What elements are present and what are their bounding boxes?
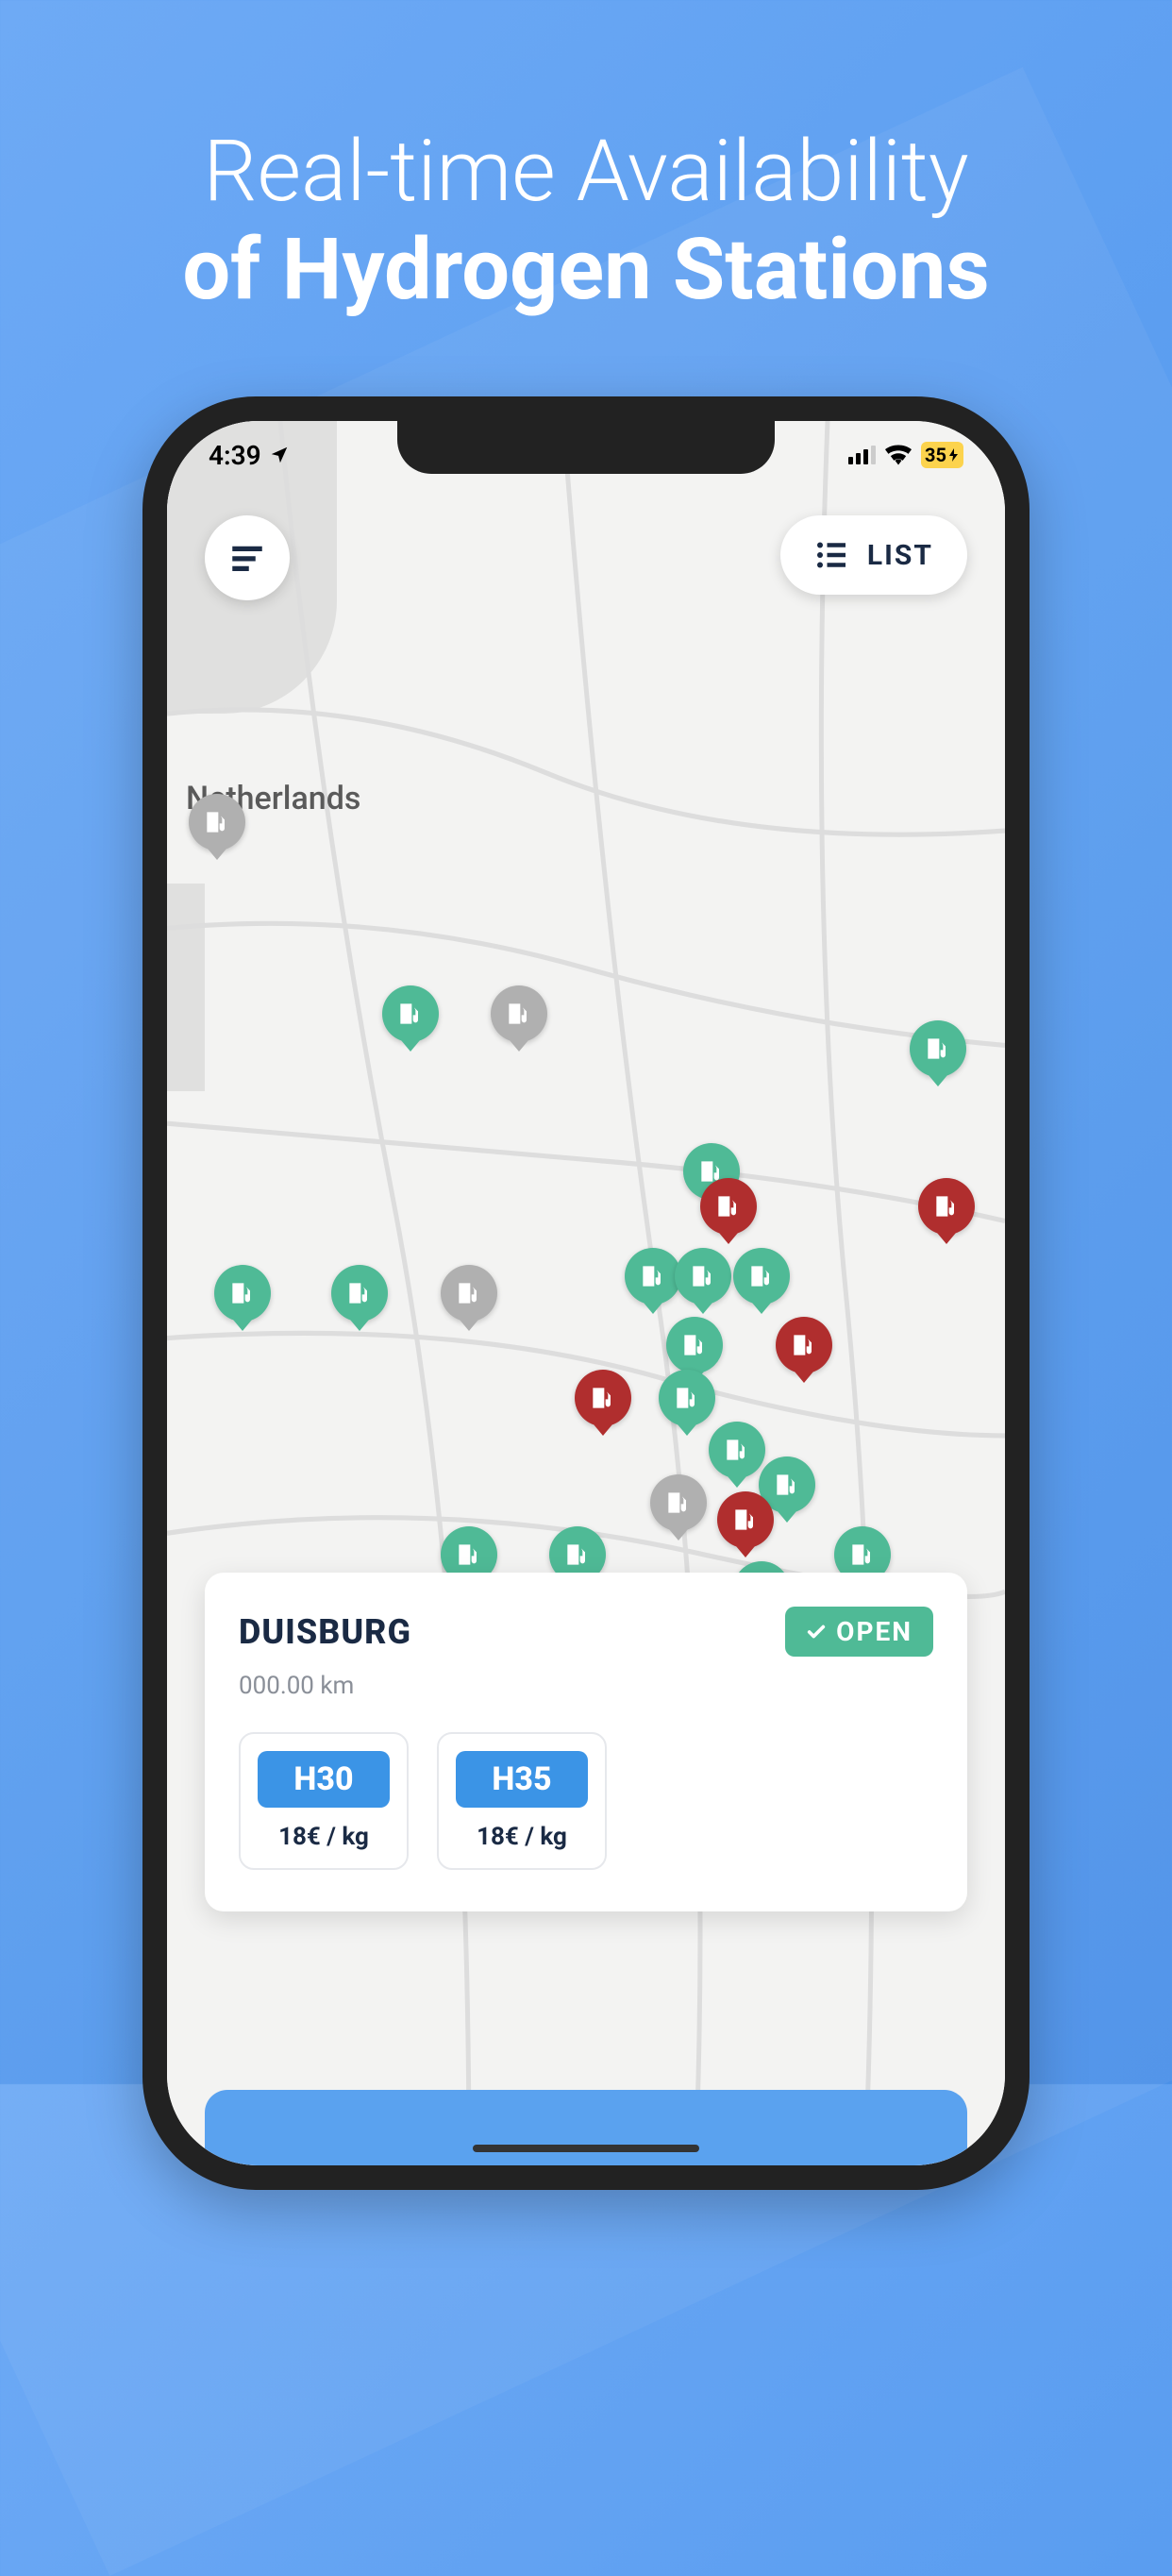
bottom-panel[interactable]: [205, 2090, 967, 2165]
station-pin[interactable]: [650, 1474, 707, 1531]
home-indicator: [473, 2145, 699, 2152]
menu-icon: [227, 538, 267, 578]
menu-button[interactable]: [205, 515, 290, 600]
list-button-label: LIST: [867, 539, 933, 572]
phone-notch: [397, 421, 775, 474]
station-pin[interactable]: [717, 1491, 774, 1548]
station-pin[interactable]: [575, 1370, 631, 1426]
station-status-label: OPEN: [836, 1616, 912, 1647]
station-pin[interactable]: [918, 1178, 975, 1235]
station-pin[interactable]: [491, 985, 547, 1042]
station-status-badge: OPEN: [785, 1607, 933, 1657]
pump-option[interactable]: H30 18€ / kg: [239, 1732, 409, 1870]
battery-percent: 35: [925, 444, 946, 466]
station-pin[interactable]: [776, 1317, 832, 1373]
station-pin[interactable]: [733, 1248, 790, 1305]
station-pin[interactable]: [709, 1422, 765, 1478]
location-services-icon: [269, 445, 290, 465]
station-distance: 000.00 km: [239, 1672, 933, 1700]
station-pin[interactable]: [382, 985, 439, 1042]
battery-indicator: 35: [921, 442, 963, 468]
station-pin[interactable]: [331, 1265, 388, 1322]
station-pin[interactable]: [666, 1317, 723, 1373]
pump-name: H35: [456, 1751, 588, 1808]
station-pin[interactable]: [625, 1248, 681, 1305]
cellular-signal-icon: [848, 446, 876, 464]
phone-screen: 4:39 35: [167, 421, 1005, 2165]
wifi-icon: [885, 445, 912, 465]
station-pin[interactable]: [659, 1370, 715, 1426]
status-time: 4:39: [209, 440, 261, 471]
pump-price: 18€ / kg: [456, 1823, 588, 1851]
list-icon: [814, 538, 848, 572]
checkmark-icon: [806, 1622, 827, 1642]
station-card[interactable]: DUISBURG OPEN 000.00 km H30 18€ / kg H35 18…: [205, 1573, 967, 1911]
pump-option[interactable]: H35 18€ / kg: [437, 1732, 607, 1870]
pump-price: 18€ / kg: [258, 1823, 390, 1851]
station-pin[interactable]: [700, 1178, 757, 1235]
pump-name: H30: [258, 1751, 390, 1808]
station-name: DUISBURG: [239, 1612, 411, 1652]
station-pin[interactable]: [189, 794, 245, 850]
station-pin[interactable]: [214, 1265, 271, 1322]
station-pin[interactable]: [910, 1020, 966, 1077]
station-pin[interactable]: [675, 1248, 731, 1305]
list-view-button[interactable]: LIST: [780, 515, 967, 595]
phone-frame: 4:39 35: [142, 396, 1030, 2190]
station-pin[interactable]: [441, 1265, 497, 1322]
